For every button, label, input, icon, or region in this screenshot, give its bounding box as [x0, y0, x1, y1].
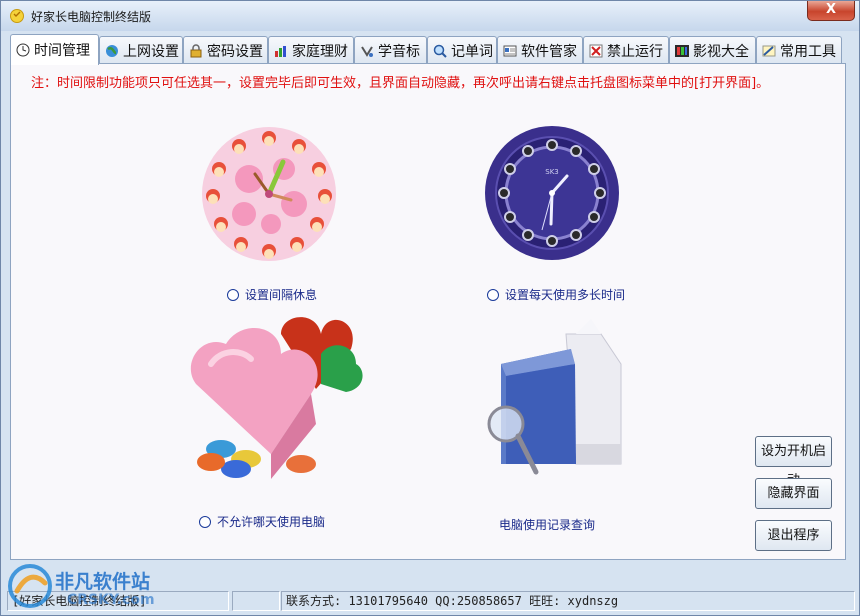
tab-common-tools[interactable]: 常用工具	[756, 36, 842, 64]
folder-search-icon	[487, 319, 622, 475]
phonetic-icon	[361, 45, 373, 57]
film-icon	[675, 44, 689, 57]
autostart-button[interactable]: 设为开机启动	[755, 436, 832, 488]
tab-password-settings[interactable]: 密码设置	[183, 36, 268, 64]
exit-button[interactable]: 退出程序	[755, 520, 832, 551]
magnifier-icon	[433, 44, 447, 58]
daily-limit-image[interactable]: SK3	[483, 124, 621, 262]
tools-icon	[762, 45, 776, 56]
cartoon-clock-icon	[202, 127, 336, 261]
daily-limit-label: 设置每天使用多长时间	[505, 288, 626, 302]
tab-time-management[interactable]: 时间管理	[10, 34, 99, 65]
status-empty-cell	[232, 591, 280, 611]
interval-rest-option[interactable]: 设置间隔休息	[227, 286, 317, 303]
usage-log-label: 电脑使用记录查询	[499, 518, 596, 532]
forbid-days-option[interactable]: 不允许哪天使用电脑	[199, 513, 325, 530]
window-title: 好家长电脑控制终结版	[31, 10, 152, 24]
tab-label: 记单词	[451, 43, 493, 60]
close-button[interactable]: X	[807, 1, 855, 21]
tab-bar: 时间管理 上网设置 密码设置 家庭理财 学音标 记单词 软件管家 禁止运行 影视…	[10, 34, 855, 65]
usage-log-link[interactable]: 电脑使用记录查询	[499, 516, 595, 533]
watermark-site: 非凡软件站	[55, 571, 151, 593]
forbid-days-image[interactable]	[181, 304, 376, 484]
watermark-logo-icon	[8, 564, 52, 608]
app-icon	[10, 9, 24, 23]
tab-vocabulary[interactable]: 记单词	[427, 36, 497, 64]
interval-rest-radio[interactable]	[227, 288, 239, 301]
status-contact: 联系方式: 13101795640 QQ:250858657 旺旺: xydns…	[281, 591, 855, 611]
software-icon	[503, 45, 517, 56]
daily-limit-option[interactable]: 设置每天使用多长时间	[487, 286, 625, 303]
tab-label: 软件管家	[521, 43, 577, 60]
lock-icon	[190, 43, 202, 57]
tab-label: 上网设置	[123, 43, 179, 60]
clock-icon	[16, 43, 30, 57]
daily-limit-radio[interactable]	[487, 288, 499, 301]
forbid-days-label: 不允许哪天使用电脑	[217, 515, 326, 529]
chart-icon	[275, 45, 286, 57]
watermark-domain: CRSKY.com	[67, 592, 155, 608]
main-window: 好家长电脑控制终结版 X 时间管理 上网设置 密码设置 家庭理财 学音标 记单词	[0, 0, 860, 616]
notice-text: 注：时间限制功能项只可任选其一，设置完毕后即可生效，且界面自动隐藏，再次呼出请右…	[31, 76, 770, 91]
tab-family-finance[interactable]: 家庭理财	[268, 36, 354, 64]
tab-label: 时间管理	[34, 43, 90, 59]
interval-rest-label: 设置间隔休息	[245, 288, 318, 302]
globe-icon	[106, 44, 118, 57]
time-management-panel: 注：时间限制功能项只可任选其一，设置完毕后即可生效，且界面自动隐藏，再次呼出请右…	[10, 63, 846, 560]
tab-label: 禁止运行	[607, 43, 663, 60]
tab-label: 常用工具	[780, 43, 836, 60]
hide-window-button[interactable]: 隐藏界面	[755, 478, 832, 509]
forbid-icon	[589, 44, 603, 57]
tab-label: 影视大全	[693, 43, 749, 60]
clock-brand: SK3	[545, 168, 559, 176]
usage-log-image[interactable]	[451, 304, 641, 484]
tab-internet-settings[interactable]: 上网设置	[99, 36, 183, 64]
tab-label: 学音标	[378, 43, 420, 60]
interval-rest-image[interactable]	[199, 124, 339, 264]
wall-clock-icon: SK3	[485, 126, 619, 260]
title-bar[interactable]: 好家长电脑控制终结版 X	[1, 1, 859, 31]
tab-software-manager[interactable]: 软件管家	[497, 36, 583, 64]
forbid-days-radio[interactable]	[199, 515, 211, 528]
tab-label: 密码设置	[207, 43, 263, 60]
tab-phonetics[interactable]: 学音标	[354, 36, 427, 64]
tab-movies[interactable]: 影视大全	[669, 36, 756, 64]
watermark: 非凡软件站 CRSKY.com	[5, 561, 165, 613]
tab-label: 家庭理财	[292, 43, 348, 60]
tab-block-programs[interactable]: 禁止运行	[583, 36, 669, 64]
heart-icon	[190, 317, 363, 479]
